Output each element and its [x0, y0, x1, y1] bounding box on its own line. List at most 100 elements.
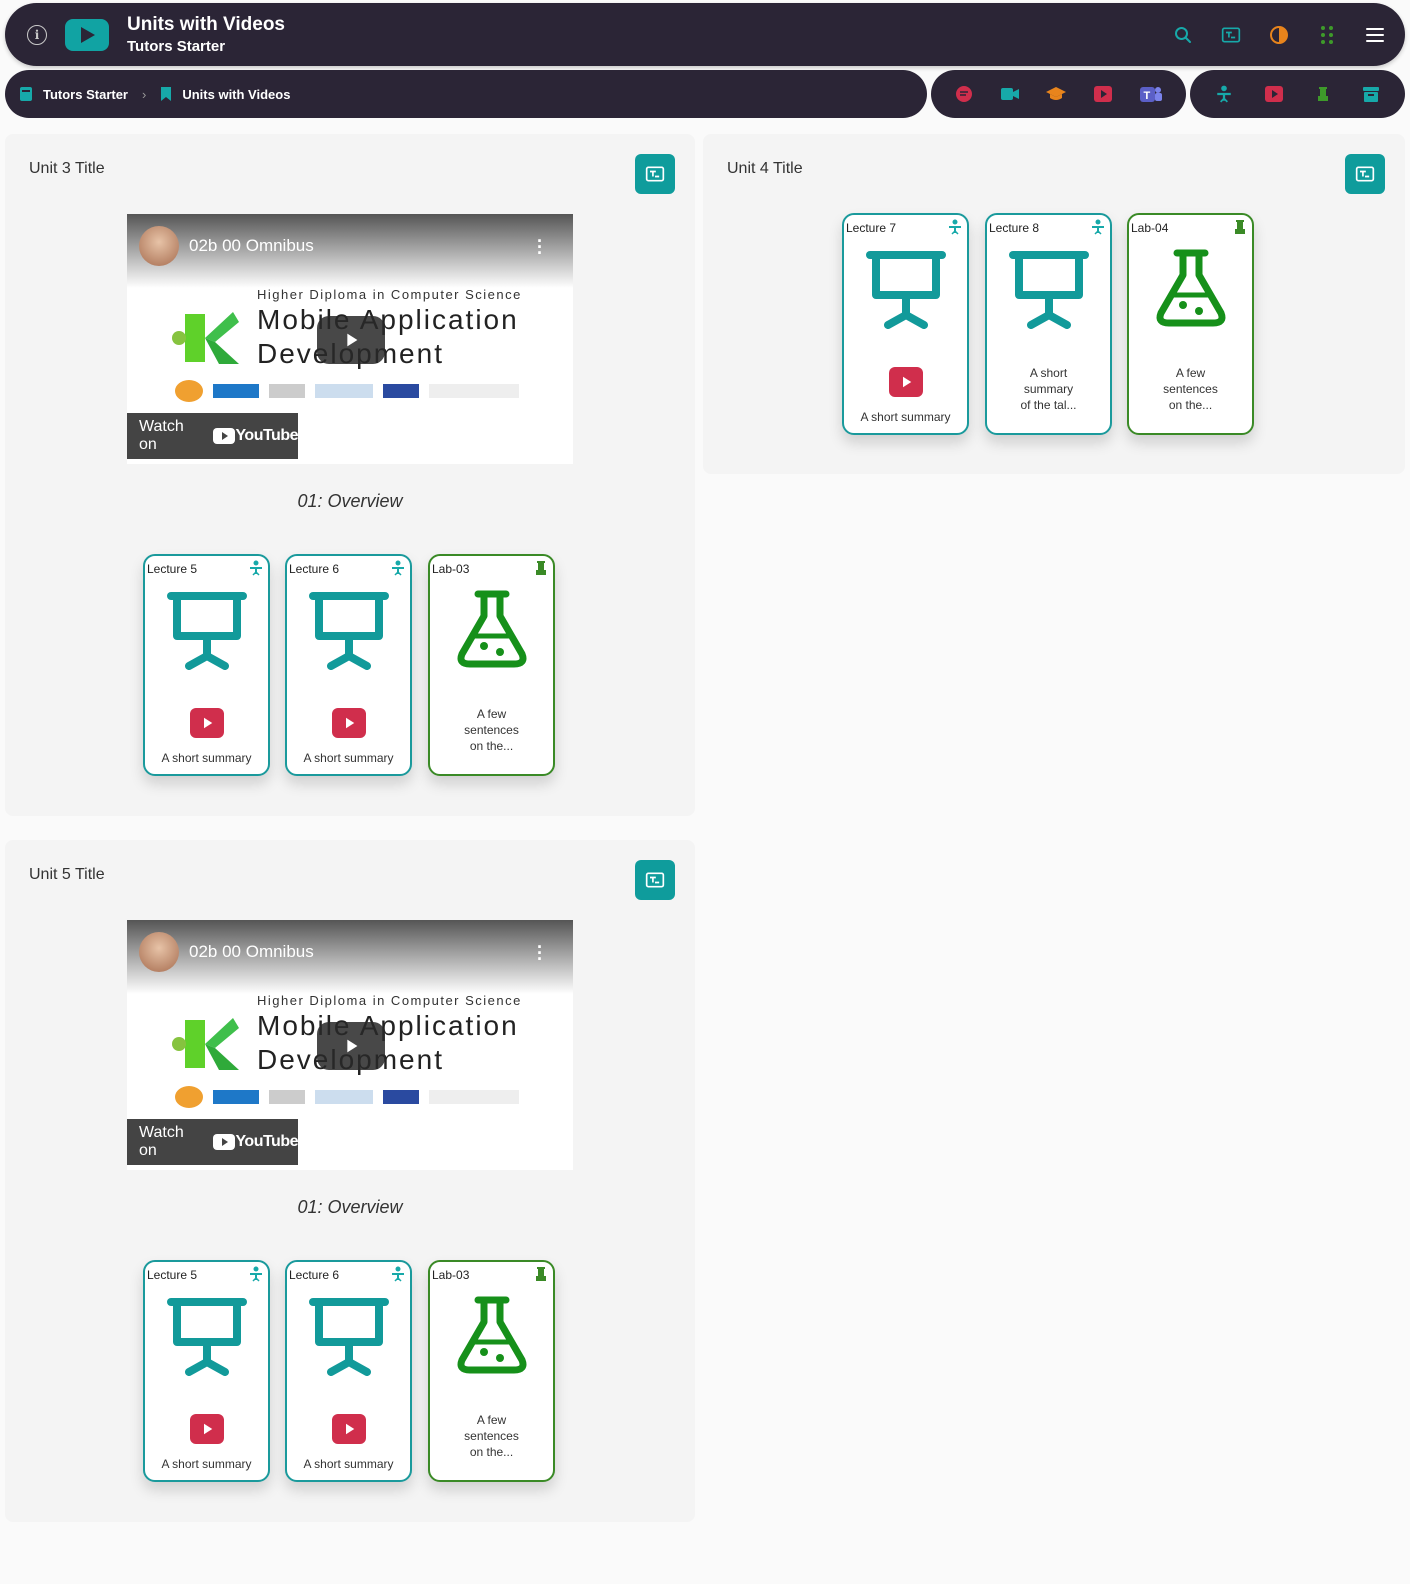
- presentation-easel-icon: [167, 1296, 247, 1376]
- summary-line: of the tal...: [1020, 398, 1077, 412]
- card-title: Lab-04: [1131, 221, 1169, 235]
- lecture-icon[interactable]: [1215, 85, 1233, 103]
- lecture-card[interactable]: Lecture 5 A short summary: [143, 1260, 270, 1482]
- summary-line: sentences: [464, 723, 519, 737]
- breadcrumb-item-course[interactable]: Tutors Starter: [19, 86, 128, 102]
- presentation-easel-icon: [1009, 249, 1089, 329]
- contrast-icon[interactable]: [1269, 25, 1289, 45]
- youtube-logo-icon: YouTube: [213, 1133, 298, 1151]
- channel-avatar[interactable]: [139, 226, 179, 266]
- watch-on-youtube-button[interactable]: Watch on YouTube: [127, 1119, 298, 1165]
- lecture-icon: [390, 560, 406, 576]
- breadcrumb-item-topic[interactable]: Units with Videos: [160, 86, 290, 102]
- lab-card[interactable]: Lab-03 A few sentences on the...: [428, 554, 555, 776]
- lecture-card[interactable]: Lecture 6 A short summary: [285, 554, 412, 776]
- tutors-icon: [645, 870, 665, 890]
- unit-card-3: Unit 3 Title 02b 00 Omnibus · · · Higher D…: [5, 134, 695, 816]
- summary-line: A few: [476, 1413, 507, 1427]
- card-summary: A few sentences on the...: [436, 1412, 547, 1460]
- video-caption: 01: Overview: [297, 491, 403, 511]
- youtube-wordmark: YouTube: [235, 1133, 298, 1150]
- course-book-icon: [20, 87, 32, 101]
- youtube-icon[interactable]: [1264, 84, 1284, 104]
- unit-tutors-button[interactable]: [1345, 154, 1385, 194]
- chevron-right-icon: ›: [142, 86, 147, 102]
- youtube-icon[interactable]: [332, 708, 366, 738]
- lecture-icon: [947, 219, 963, 235]
- card-summary: A short summary: [161, 1457, 252, 1471]
- partner-logos: [175, 380, 519, 402]
- summary-line: A short: [1029, 366, 1068, 380]
- chat-icon[interactable]: [954, 84, 974, 104]
- play-button[interactable]: [317, 1022, 385, 1070]
- youtube-video-embed[interactable]: 02b 00 Omnibus · · · Higher Diploma in Com…: [127, 214, 573, 464]
- teams-icon[interactable]: T: [1139, 84, 1163, 104]
- more-options-icon[interactable]: · · ·: [537, 938, 543, 968]
- card-summary: A short summary: [303, 751, 394, 765]
- presentation-easel-icon: [309, 1296, 389, 1376]
- app-header: i Units with Videos Tutors Starter: [5, 3, 1405, 66]
- video-thumb-line1: Mobile Application: [257, 304, 519, 335]
- tutors-icon: [1355, 164, 1375, 184]
- youtube-icon[interactable]: [889, 367, 923, 397]
- tutors-icon[interactable]: [1221, 25, 1241, 45]
- youtube-wordmark: YouTube: [235, 427, 298, 444]
- video-thumb-subtitle: Higher Diploma in Computer Science: [257, 287, 522, 302]
- unit-card-5: Unit 5 Title 02b 00 Omnibus · · · Higher D…: [5, 840, 695, 1522]
- card-title: Lab-03: [432, 1268, 470, 1282]
- video-title[interactable]: 02b 00 Omnibus: [189, 942, 314, 962]
- watch-on-label: Watch on: [139, 418, 184, 453]
- card-summary: A short summary of the tal...: [993, 365, 1104, 413]
- summary-line: sentences: [464, 1429, 519, 1443]
- youtube-icon[interactable]: [190, 708, 224, 738]
- summary-line: on the...: [469, 739, 514, 753]
- breadcrumb-label: Units with Videos: [182, 86, 291, 102]
- partner-logos: [175, 1086, 519, 1108]
- unit-tutors-button[interactable]: [635, 154, 675, 194]
- youtube-icon[interactable]: [332, 1414, 366, 1444]
- apps-grid-icon[interactable]: [1317, 25, 1337, 45]
- card-summary: A short summary: [303, 1457, 394, 1471]
- unit-title: Unit 5 Title: [29, 866, 105, 883]
- lecture-card[interactable]: Lecture 8 A short summary of the tal...: [985, 213, 1112, 435]
- graduation-cap-icon[interactable]: [1045, 86, 1067, 102]
- watch-on-youtube-button[interactable]: Watch on YouTube: [127, 413, 298, 459]
- lecture-card[interactable]: Lecture 5 A short summary: [143, 554, 270, 776]
- youtube-video-embed[interactable]: 02b 00 Omnibus · · · Higher Diploma in Com…: [127, 920, 573, 1170]
- lab-card[interactable]: Lab-04 A few sentences on the...: [1127, 213, 1254, 435]
- summary-line: A few: [476, 707, 507, 721]
- youtube-icon[interactable]: [190, 1414, 224, 1444]
- play-logo-icon[interactable]: [65, 18, 109, 51]
- hamburger-menu-icon[interactable]: [1365, 25, 1385, 45]
- card-summary: A short summary: [161, 751, 252, 765]
- tutors-icon: [645, 164, 665, 184]
- channel-avatar[interactable]: [139, 932, 179, 972]
- video-title[interactable]: 02b 00 Omnibus: [189, 236, 314, 256]
- play-button[interactable]: [317, 316, 385, 364]
- summary-line: summary: [1023, 382, 1074, 396]
- lecture-icon: [390, 1266, 406, 1282]
- lab-icon[interactable]: [1315, 85, 1331, 103]
- youtube-icon[interactable]: [1093, 84, 1113, 104]
- unit-title: Unit 3 Title: [29, 160, 105, 177]
- archive-icon[interactable]: [1362, 85, 1380, 103]
- youtube-logo-icon: YouTube: [213, 427, 298, 445]
- video-camera-icon[interactable]: [1000, 86, 1020, 102]
- bookmark-icon: [161, 87, 172, 101]
- video-caption: 01: Overview: [297, 1197, 403, 1217]
- card-title: Lecture 5: [147, 1268, 198, 1282]
- summary-line: on the...: [1168, 398, 1213, 412]
- video-thumb-subtitle: Higher Diploma in Computer Science: [257, 993, 522, 1008]
- card-summary: A short summary: [860, 410, 951, 424]
- info-icon[interactable]: i: [27, 24, 47, 45]
- lecture-icon: [248, 1266, 264, 1282]
- lab-card[interactable]: Lab-03 A few sentences on the...: [428, 1260, 555, 1482]
- unit-tutors-button[interactable]: [635, 860, 675, 900]
- lecture-card[interactable]: Lecture 7 A short summary: [842, 213, 969, 435]
- presentation-easel-icon: [309, 590, 389, 670]
- search-icon[interactable]: [1173, 25, 1193, 45]
- lecture-card[interactable]: Lecture 6 A short summary: [285, 1260, 412, 1482]
- video-thumb-line1: Mobile Application: [257, 1010, 519, 1041]
- more-options-icon[interactable]: · · ·: [537, 232, 543, 262]
- card-title: Lecture 6: [289, 1268, 340, 1282]
